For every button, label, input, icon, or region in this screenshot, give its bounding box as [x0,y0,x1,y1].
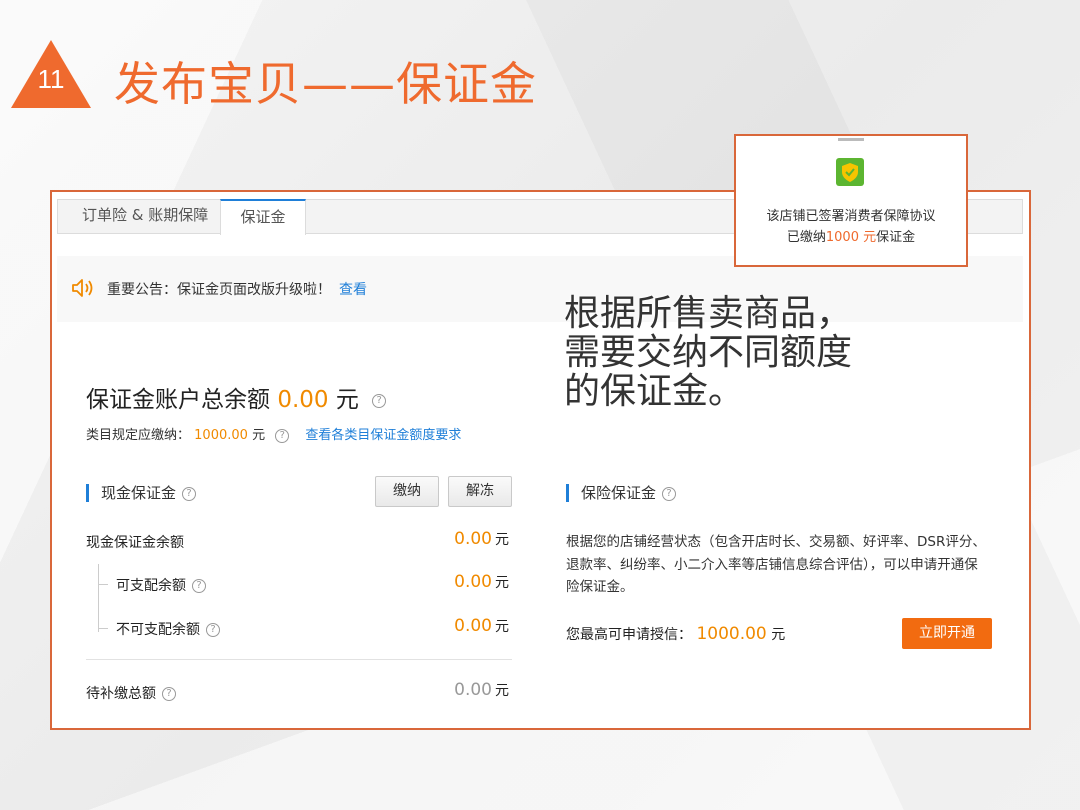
help-icon[interactable]: ? [182,486,197,501]
pay-button[interactable]: 缴纳 [375,476,439,507]
help-icon[interactable]: ? [162,687,176,701]
tree-branch [98,584,108,585]
total-balance-label: 保证金账户总余额 [86,387,270,413]
divider [86,659,512,660]
annotation-text: 根据所售卖商品， 需要交纳不同额度 的保证金。 [564,293,853,412]
callout-top-bar [838,138,864,141]
total-balance-unit: 元 [335,387,359,413]
slide-title: 发布宝贝——保证金 [114,57,537,111]
insurance-deposit-heading: 保险保证金? [566,484,677,502]
consumer-protection-icon [836,158,864,186]
help-icon[interactable]: ? [372,393,387,408]
required-label: 类目规定应缴纳： [86,428,191,443]
total-balance: 保证金账户总余额 0.00 元 ? [86,380,387,414]
screenshot-frame: 订单险 & 账期保障 保证金 重要公告：保证金页面改版升级啦！ 查看 保证金账户… [50,190,1031,730]
tree-line [98,564,99,632]
cash-balance-value: 0.00 元 [454,529,509,549]
help-icon[interactable]: ? [192,579,206,593]
help-icon[interactable]: ? [206,623,220,637]
available-balance-label: 可支配余额? [116,575,206,595]
callout-line-agreement: 该店铺已签署消费者保障协议 [766,209,936,224]
help-icon[interactable]: ? [662,486,677,501]
cash-deposit-heading: 现金保证金? [86,484,197,502]
deposit-badge-callout: 该店铺已签署消费者保障协议 已缴纳1000 元保证金 [734,134,968,267]
total-balance-amount: 0.00 [277,387,329,413]
required-unit: 元 [252,428,266,443]
unavailable-balance-value: 0.00 元 [454,616,509,636]
insurance-credit-line: 您最高可申请授信： 1000.00 元 [566,624,786,644]
slide-number: 11 [37,64,65,94]
speaker-icon [72,279,93,297]
pending-total-value: 0.00 元 [454,680,509,700]
help-icon[interactable]: ? [275,428,290,443]
insurance-credit-amount: 1000.00 [696,624,767,644]
announcement-text: 重要公告：保证金页面改版升级啦！ [107,282,331,298]
insurance-deposit-title: 保险保证金 [581,484,657,502]
tab-deposit[interactable]: 保证金 [220,199,306,235]
cash-deposit-title: 现金保证金 [101,484,177,502]
callout-paid-amount: 1000 元 [825,230,877,245]
required-amount-line: 类目规定应缴纳： 1000.00 元 ? 查看各类目保证金额度要求 [86,424,461,443]
tab-order-insurance[interactable]: 订单险 & 账期保障 [66,199,224,234]
open-now-button[interactable]: 立即开通 [902,618,992,649]
callout-line-paid: 已缴纳1000 元保证金 [786,230,916,245]
required-amount: 1000.00 [194,428,248,443]
pending-total-label: 待补缴总额? [86,683,176,703]
unavailable-balance-label: 不可支配余额? [116,619,220,639]
tree-branch [98,628,108,629]
available-balance-value: 0.00 元 [454,572,509,592]
announcement-view-link[interactable]: 查看 [339,279,367,299]
cash-balance-label: 现金保证金余额 [86,535,184,551]
unfreeze-button[interactable]: 解冻 [448,476,512,507]
view-category-requirements-link[interactable]: 查看各类目保证金额度要求 [305,428,461,443]
insurance-description: 根据您的店铺经营状态（包含开店时长、交易额、好评率、DSR评分、退款率、纠纷率、… [566,534,986,595]
